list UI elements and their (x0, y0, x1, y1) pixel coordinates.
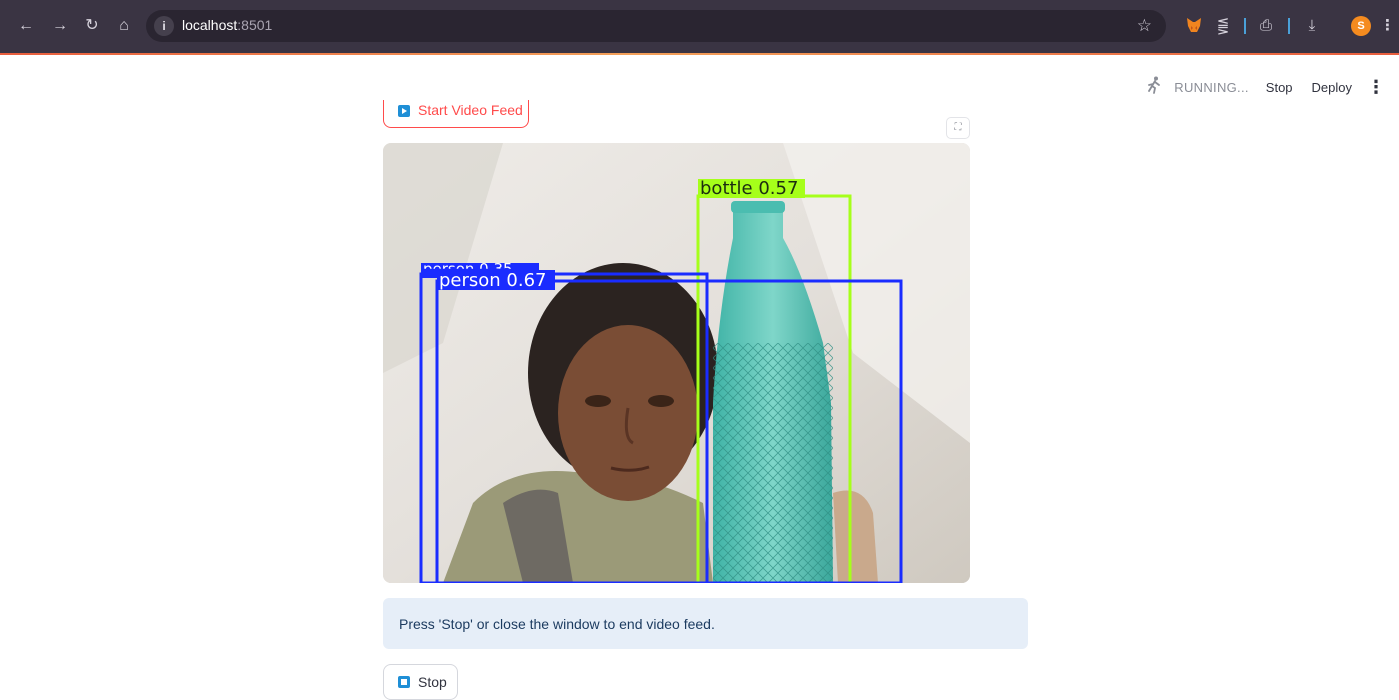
camera-image (383, 143, 970, 583)
url-port: :8501 (237, 17, 273, 33)
start-video-feed-button[interactable]: Start Video Feed (383, 100, 529, 128)
browser-menu-icon[interactable]: ⋮ (1380, 16, 1395, 36)
info-alert-text: Press 'Stop' or close the window to end … (399, 615, 715, 632)
person-detection-label-primary: person 0.67 (439, 270, 547, 291)
download-icon[interactable]: ⤓ (1302, 16, 1322, 36)
running-status-text: RUNNING... (1174, 79, 1249, 95)
toolbar-separator (1244, 18, 1246, 34)
print-icon[interactable]: ⎙ (1256, 16, 1276, 36)
home-icon[interactable]: ⌂ (114, 16, 134, 36)
reload-icon[interactable]: ↻ (82, 16, 102, 36)
stop-square-icon (398, 676, 410, 688)
bookmark-star-icon[interactable]: ☆ (1137, 16, 1152, 36)
stop-button-label: Stop (418, 674, 447, 690)
app-menu-icon[interactable]: ⋮ (1367, 77, 1385, 98)
url-host: localhost (182, 17, 238, 33)
toolbar-accent-bar (0, 53, 1399, 55)
app-status-bar: RUNNING... Stop Deploy ⋮ (1146, 76, 1385, 99)
info-alert: Press 'Stop' or close the window to end … (383, 598, 1028, 649)
video-feed-frame: bottle 0.57 person 0.35 person 0.67 (383, 143, 970, 583)
browser-toolbar: ← → ↻ ⌂ i localhost:8501 ☆ ⪋ ⎙ ⤓ S ⋮ (0, 0, 1399, 53)
start-video-feed-label: Start Video Feed (418, 101, 523, 118)
back-icon[interactable]: ← (16, 16, 36, 36)
extensions-puzzle-icon[interactable]: ⪋ (1213, 16, 1233, 36)
forward-icon[interactable]: → (50, 16, 70, 36)
toolbar-separator (1288, 18, 1290, 34)
deploy-button[interactable]: Deploy (1312, 80, 1352, 95)
bottle-detection-label: bottle 0.57 (700, 178, 799, 199)
stop-run-button[interactable]: Stop (1266, 80, 1293, 95)
address-bar[interactable]: i localhost:8501 ☆ (146, 10, 1166, 42)
profile-avatar[interactable]: S (1351, 16, 1371, 36)
play-icon (398, 104, 410, 117)
url-text[interactable]: localhost:8501 (182, 17, 272, 33)
fullscreen-icon[interactable]: ⛶ (946, 117, 970, 139)
metamask-extension-icon[interactable] (1184, 16, 1204, 36)
running-man-icon (1146, 76, 1162, 99)
site-info-icon[interactable]: i (154, 16, 174, 36)
